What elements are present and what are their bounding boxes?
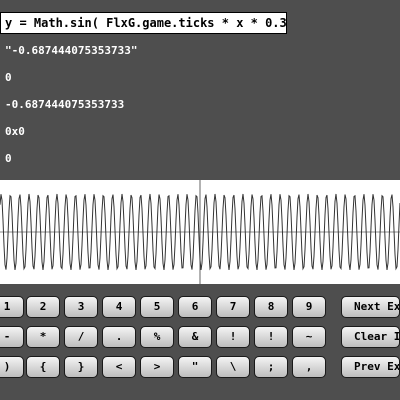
key-r2-c6[interactable]: &: [178, 326, 212, 348]
key-r1-c1[interactable]: 1: [0, 296, 24, 318]
key-r2-c1[interactable]: -: [0, 326, 24, 348]
prev-example-button[interactable]: Prev Ex: [341, 356, 400, 378]
function-plotter-app: y = Math.sin( FlxG.game.ticks * x * 0.3 …: [0, 0, 400, 400]
key-r2-c8[interactable]: !: [254, 326, 288, 348]
key-r2-c7[interactable]: !: [216, 326, 250, 348]
output-line-value: 0: [5, 152, 12, 165]
key-r2-c4[interactable]: .: [102, 326, 136, 348]
expression-input[interactable]: y = Math.sin( FlxG.game.ticks * x * 0.3 …: [0, 12, 287, 34]
key-r1-c6[interactable]: 6: [178, 296, 212, 318]
key-r1-c7[interactable]: 7: [216, 296, 250, 318]
key-r3-c6[interactable]: ": [178, 356, 212, 378]
key-r3-c3[interactable]: }: [64, 356, 98, 378]
key-r3-c4[interactable]: <: [102, 356, 136, 378]
waveform-plot: [0, 180, 400, 284]
expression-text: y = Math.sin( FlxG.game.ticks * x * 0.3 …: [5, 16, 287, 30]
output-line-float: -0.687444075353733: [5, 98, 125, 111]
waveform-panel: [0, 180, 400, 284]
key-r3-c1[interactable]: ): [0, 356, 24, 378]
key-r1-c5[interactable]: 5: [140, 296, 174, 318]
clear-input-button[interactable]: Clear I: [341, 326, 400, 348]
key-r3-c7[interactable]: \: [216, 356, 250, 378]
key-r3-c9[interactable]: ,: [292, 356, 326, 378]
key-r2-c5[interactable]: %: [140, 326, 174, 348]
key-r1-c3[interactable]: 3: [64, 296, 98, 318]
key-r2-c9[interactable]: ~: [292, 326, 326, 348]
key-r3-c5[interactable]: >: [140, 356, 174, 378]
output-line-int: 0: [5, 71, 12, 84]
key-r3-c2[interactable]: {: [26, 356, 60, 378]
key-r1-c9[interactable]: 9: [292, 296, 326, 318]
key-r1-c8[interactable]: 8: [254, 296, 288, 318]
output-line-string: "-0.687444075353733": [5, 44, 138, 57]
keypad: 1 2 3 4 5 6 7 8 9- * /.% &!! ~){} < > " \;, Next Ex Clear …: [0, 296, 400, 386]
output-line-hex: 0x0: [5, 125, 25, 138]
key-r3-c8[interactable]: ;: [254, 356, 288, 378]
key-r2-c3[interactable]: /: [64, 326, 98, 348]
key-r1-c2[interactable]: 2: [26, 296, 60, 318]
key-r1-c4[interactable]: 4: [102, 296, 136, 318]
key-r2-c2[interactable]: *: [26, 326, 60, 348]
next-example-button[interactable]: Next Ex: [341, 296, 400, 318]
